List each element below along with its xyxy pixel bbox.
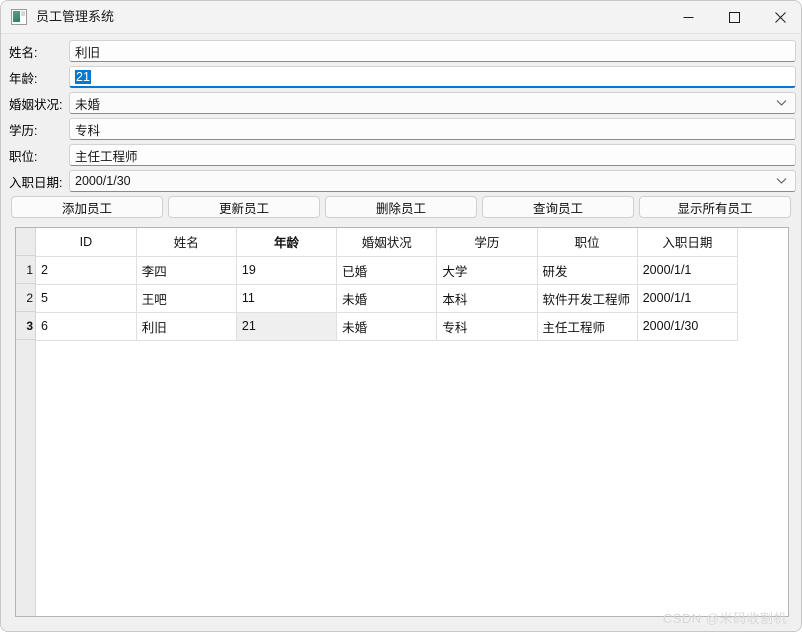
update-employee-button[interactable]: 更新员工	[168, 196, 320, 218]
close-icon[interactable]	[757, 1, 801, 33]
marital-status-combobox[interactable]: 未婚	[69, 92, 796, 114]
cell-marital-status[interactable]: 已婚	[336, 256, 438, 285]
cell-marital-status[interactable]: 未婚	[336, 284, 438, 313]
table-header-row: ID 姓名 年龄 婚姻状况 学历 职位 入职日期	[36, 228, 739, 257]
employee-data-grid[interactable]: 1 2 3 ID 姓名 年龄 婚姻状况 学历 职位 入职日期 2 李四 19 已…	[15, 227, 789, 617]
label-hire-date: 入职日期:	[9, 175, 63, 190]
delete-employee-button[interactable]: 删除员工	[325, 196, 477, 218]
form-row-hire-date: 入职日期: 2000/1/30	[1, 168, 801, 194]
column-header-id[interactable]: ID	[36, 228, 137, 257]
cell-education[interactable]: 本科	[436, 284, 538, 313]
query-employee-button[interactable]: 查询员工	[482, 196, 634, 218]
cell-hire-date[interactable]: 2000/1/1	[637, 284, 739, 313]
row-number-header	[16, 228, 36, 256]
cell-name[interactable]: 王吧	[136, 284, 237, 313]
label-marital-status: 婚姻状况:	[9, 97, 63, 112]
cell-id[interactable]: 5	[36, 284, 137, 313]
employee-form: 姓名: 利旧 年龄: 21 婚姻状况: 未婚 学历: 专科 职位: 主任工程师 …	[1, 34, 801, 194]
age-input[interactable]: 21	[69, 66, 796, 88]
form-row-education: 学历: 专科	[1, 116, 801, 142]
age-input-value: 21	[75, 69, 91, 84]
position-input-value: 主任工程师	[75, 149, 138, 164]
cell-id[interactable]: 2	[36, 256, 137, 285]
label-name: 姓名:	[9, 45, 38, 60]
column-header-education[interactable]: 学历	[436, 228, 538, 257]
form-row-age: 年龄: 21	[1, 64, 801, 90]
education-input[interactable]: 专科	[69, 118, 796, 140]
name-input-value: 利旧	[75, 45, 101, 60]
form-row-name: 姓名: 利旧	[1, 38, 801, 64]
chevron-down-icon	[776, 178, 787, 185]
window-title: 员工管理系统	[36, 9, 115, 24]
cell-hire-date[interactable]: 2000/1/1	[637, 256, 739, 285]
column-header-age[interactable]: 年龄	[236, 228, 338, 257]
cell-education[interactable]: 专科	[436, 312, 538, 341]
row-number[interactable]: 2	[16, 284, 36, 312]
hire-date-picker[interactable]: 2000/1/30	[69, 170, 796, 192]
app-window-icon	[11, 9, 27, 25]
cell-position[interactable]: 软件开发工程师	[537, 284, 638, 313]
window-controls	[665, 1, 801, 33]
cell-education[interactable]: 大学	[436, 256, 538, 285]
minimize-icon[interactable]	[665, 1, 711, 33]
cell-position[interactable]: 主任工程师	[537, 312, 638, 341]
table-row[interactable]: 6 利旧 21 未婚 专科 主任工程师 2000/1/30	[36, 312, 739, 341]
table-row[interactable]: 2 李四 19 已婚 大学 研发 2000/1/1	[36, 256, 739, 285]
chevron-down-icon	[776, 100, 787, 107]
cell-age[interactable]: 19	[236, 256, 338, 285]
hire-date-value: 2000/1/30	[75, 174, 131, 188]
employee-table: ID 姓名 年龄 婚姻状况 学历 职位 入职日期 2 李四 19 已婚 大学 研…	[36, 228, 739, 341]
cell-position[interactable]: 研发	[537, 256, 638, 285]
education-input-value: 专科	[75, 123, 101, 138]
cell-name[interactable]: 李四	[136, 256, 237, 285]
row-number[interactable]: 3	[16, 312, 36, 340]
cell-age[interactable]: 21	[236, 312, 338, 341]
show-all-employees-button[interactable]: 显示所有员工	[639, 196, 791, 218]
row-number[interactable]: 1	[16, 256, 36, 284]
column-header-position[interactable]: 职位	[537, 228, 638, 257]
table-row[interactable]: 5 王吧 11 未婚 本科 软件开发工程师 2000/1/1	[36, 284, 739, 313]
row-numbers: 1 2 3	[16, 228, 36, 340]
form-row-position: 职位: 主任工程师	[1, 142, 801, 168]
name-input[interactable]: 利旧	[69, 40, 796, 62]
column-header-name[interactable]: 姓名	[136, 228, 237, 257]
label-position: 职位:	[9, 149, 38, 164]
position-input[interactable]: 主任工程师	[69, 144, 796, 166]
app-window: 员工管理系统 姓名: 利旧 年龄: 21 婚姻状况: 未婚 学历: 专科 职位:…	[0, 0, 802, 632]
marital-status-value: 未婚	[75, 97, 101, 112]
cell-marital-status[interactable]: 未婚	[336, 312, 438, 341]
add-employee-button[interactable]: 添加员工	[11, 196, 163, 218]
column-header-hire-date[interactable]: 入职日期	[637, 228, 739, 257]
cell-id[interactable]: 6	[36, 312, 137, 341]
cell-name[interactable]: 利旧	[136, 312, 237, 341]
column-header-marital-status[interactable]: 婚姻状况	[336, 228, 438, 257]
label-education: 学历:	[9, 123, 38, 138]
maximize-icon[interactable]	[711, 1, 757, 33]
titlebar: 员工管理系统	[1, 1, 801, 34]
label-age: 年龄:	[9, 71, 38, 86]
cell-age[interactable]: 11	[236, 284, 338, 313]
form-row-marital-status: 婚姻状况: 未婚	[1, 90, 801, 116]
cell-hire-date[interactable]: 2000/1/30	[637, 312, 739, 341]
action-buttons: 添加员工 更新员工 删除员工 查询员工 显示所有员工	[1, 196, 801, 222]
